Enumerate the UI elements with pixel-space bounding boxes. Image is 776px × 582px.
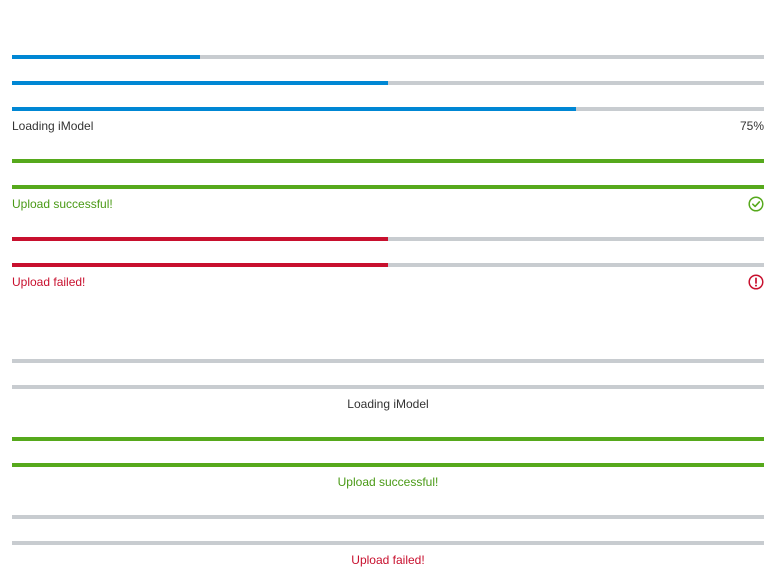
progress-fill: [12, 437, 764, 441]
progress-fill: [12, 185, 764, 189]
centered-failed-progress-bar: [12, 541, 764, 545]
centered-failed-label: Upload failed!: [351, 553, 425, 567]
progress-fill: [12, 107, 576, 111]
centered-success-progress-bar: [12, 437, 764, 441]
progress-fill: [12, 159, 764, 163]
indeterminate-progress-bar: [12, 359, 764, 363]
progress-value-label: 75%: [739, 119, 764, 133]
failed-label: Upload failed!: [12, 275, 86, 289]
failed-progress-bar: [12, 263, 764, 267]
success-progress-bar: [12, 159, 764, 163]
centered-success-progress-bar: [12, 463, 764, 467]
indeterminate-progress-bar: [12, 385, 764, 389]
progress-fill: [12, 81, 388, 85]
progress-fill: [12, 463, 764, 467]
progress-bar-50: [12, 81, 764, 85]
progress-fill: [12, 55, 200, 59]
centered-loading-label: Loading iModel: [347, 397, 429, 411]
progress-fill: [12, 237, 388, 241]
checkmark-circle-icon: [748, 196, 764, 212]
centered-success-label: Upload successful!: [337, 475, 439, 489]
progress-bar-25: [12, 55, 764, 59]
loading-label: Loading iModel: [12, 119, 94, 133]
centered-failed-progress-bar: [12, 515, 764, 519]
failed-progress-bar: [12, 237, 764, 241]
success-progress-bar: [12, 185, 764, 189]
progress-fill: [12, 263, 388, 267]
progress-bar-75: [12, 107, 764, 111]
status-error-icon: [748, 274, 764, 290]
success-label: Upload successful!: [12, 197, 113, 211]
